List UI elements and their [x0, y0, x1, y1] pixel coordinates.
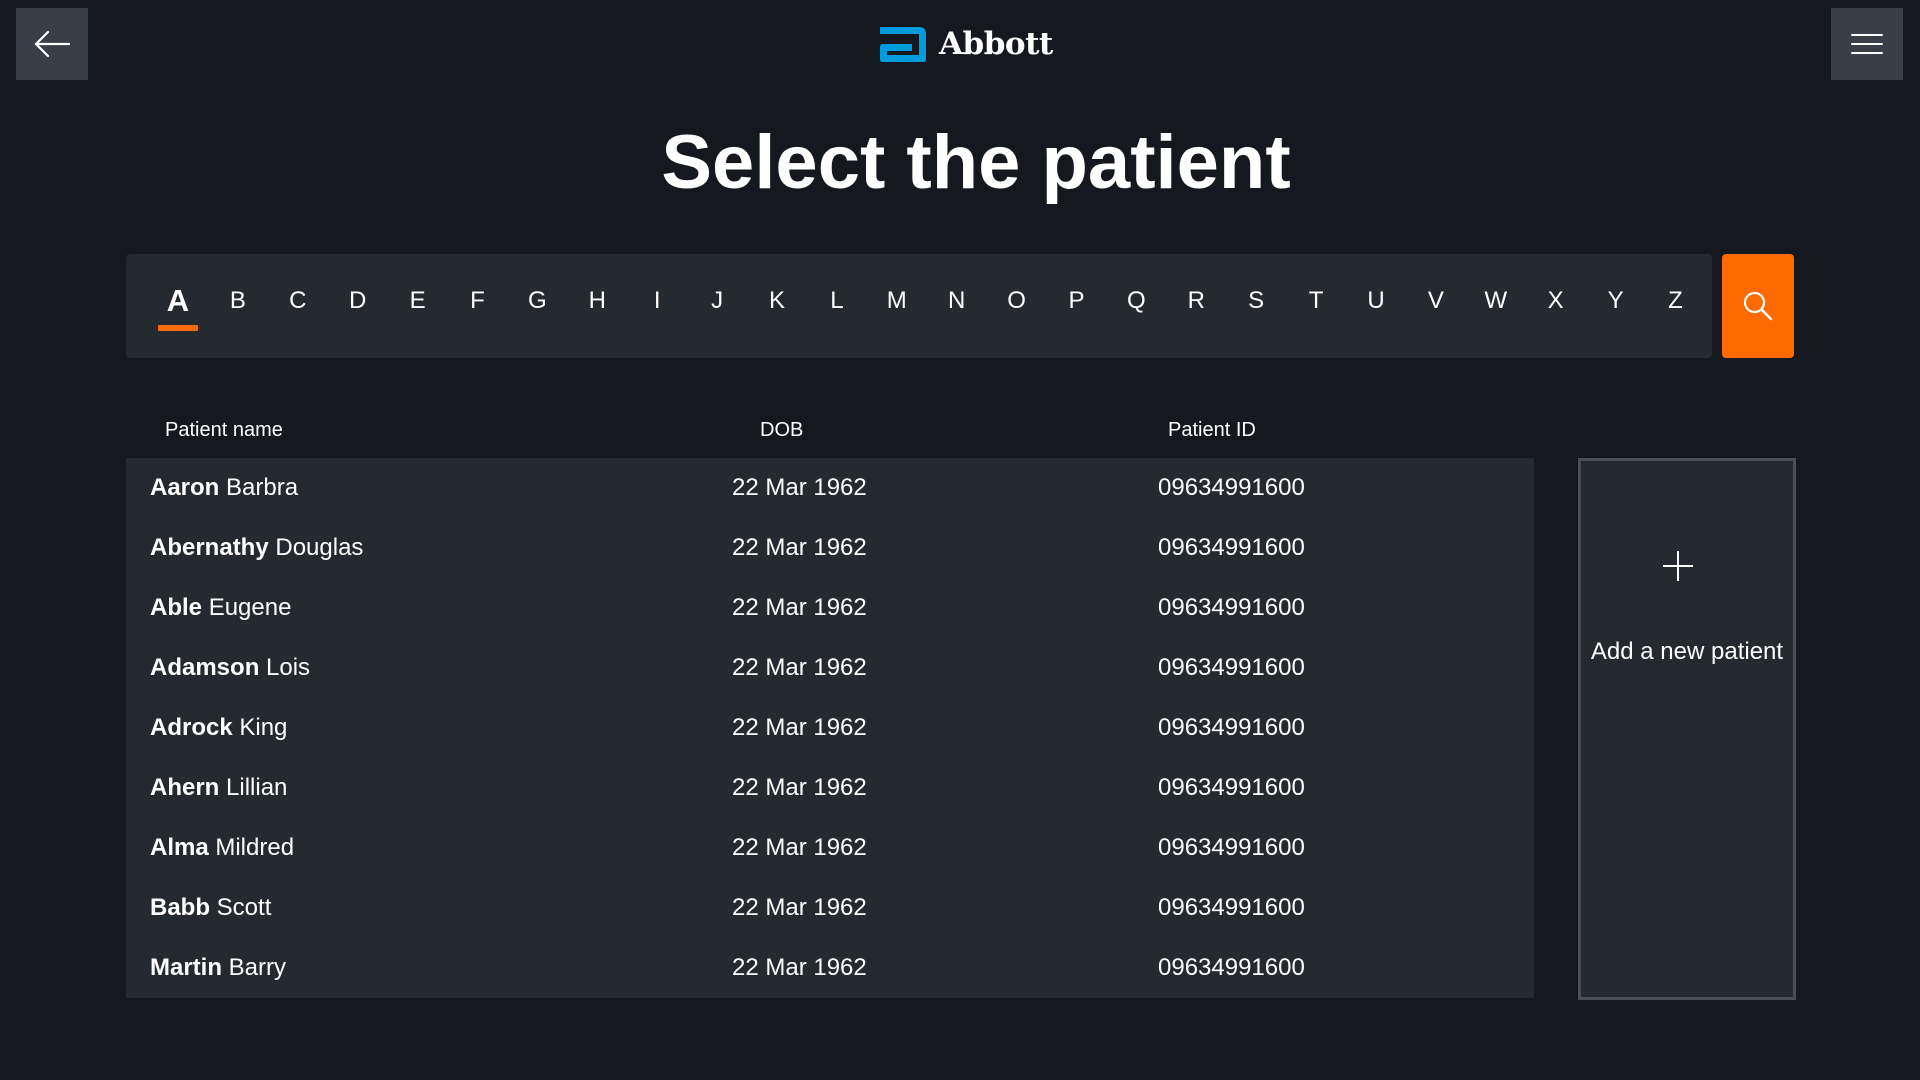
- letter-m[interactable]: M: [877, 254, 917, 358]
- letter-d[interactable]: D: [338, 254, 378, 358]
- alphabet-filter-bar: ABCDEFGHIJKLMNOPQRSTUVWXYZ: [126, 254, 1712, 358]
- patient-id-cell: 09634991600: [1158, 474, 1305, 501]
- letter-y[interactable]: Y: [1596, 254, 1636, 358]
- patient-last-name: Able: [150, 594, 203, 621]
- table-row[interactable]: Adrock King 22 Mar 1962 09634991600: [126, 698, 1534, 758]
- letter-a[interactable]: A: [158, 254, 198, 358]
- letter-v[interactable]: V: [1416, 254, 1456, 358]
- column-header-patient-name: Patient name: [165, 419, 283, 441]
- letter-j[interactable]: J: [697, 254, 737, 358]
- letter-g[interactable]: G: [517, 254, 557, 358]
- patient-last-name: Martin: [150, 954, 222, 981]
- column-header-patient-id: Patient ID: [1168, 419, 1256, 441]
- table-row[interactable]: Babb Scott 22 Mar 1962 09634991600: [126, 878, 1534, 938]
- patient-dob-cell: 22 Mar 1962: [732, 594, 867, 621]
- patient-first-name: Douglas: [275, 534, 364, 561]
- patient-last-name: Abernathy: [150, 534, 269, 561]
- patient-id-cell: 09634991600: [1158, 894, 1305, 921]
- hamburger-menu-icon: [1851, 34, 1883, 54]
- arrow-left-icon: [34, 30, 71, 58]
- letter-q[interactable]: Q: [1116, 254, 1156, 358]
- letter-x[interactable]: X: [1536, 254, 1576, 358]
- patient-id-cell: 09634991600: [1158, 594, 1305, 621]
- letter-k[interactable]: K: [757, 254, 797, 358]
- abbott-logo-icon: [880, 27, 926, 62]
- brand-name: Abbott: [939, 26, 1053, 62]
- letter-l[interactable]: L: [817, 254, 857, 358]
- patient-id-cell: 09634991600: [1158, 654, 1305, 681]
- patient-dob-cell: 22 Mar 1962: [732, 714, 867, 741]
- letter-r[interactable]: R: [1176, 254, 1216, 358]
- letter-b[interactable]: B: [218, 254, 258, 358]
- letter-i[interactable]: I: [637, 254, 677, 358]
- patient-table: Aaron Barbra 22 Mar 1962 09634991600 Aberna…: [126, 458, 1534, 998]
- patient-last-name: Alma: [150, 834, 209, 861]
- patient-id-cell: 09634991600: [1158, 774, 1305, 801]
- patient-last-name: Adamson: [150, 654, 260, 681]
- letter-f[interactable]: F: [458, 254, 498, 358]
- patient-name-cell: Alma Mildred: [150, 818, 294, 878]
- patient-name-cell: Able Eugene: [150, 578, 291, 638]
- add-patient-button[interactable]: Add a new patient: [1578, 458, 1796, 1000]
- letter-s[interactable]: S: [1236, 254, 1276, 358]
- back-button[interactable]: [16, 8, 88, 80]
- letter-p[interactable]: P: [1057, 254, 1097, 358]
- letter-z[interactable]: Z: [1656, 254, 1696, 358]
- patient-first-name: Lois: [266, 654, 311, 681]
- table-row[interactable]: Martin Barry 22 Mar 1962 09634991600: [126, 938, 1534, 998]
- patient-last-name: Adrock: [150, 714, 233, 741]
- patient-name-cell: Ahern Lillian: [150, 758, 287, 818]
- letter-u[interactable]: U: [1356, 254, 1396, 358]
- table-row[interactable]: Aaron Barbra 22 Mar 1962 09634991600: [126, 458, 1534, 518]
- table-row[interactable]: Ahern Lillian 22 Mar 1962 09634991600: [126, 758, 1534, 818]
- patient-name-cell: Martin Barry: [150, 938, 286, 998]
- patient-dob-cell: 22 Mar 1962: [732, 654, 867, 681]
- patient-first-name: Eugene: [208, 594, 292, 621]
- patient-dob-cell: 22 Mar 1962: [732, 474, 867, 501]
- patient-name-cell: Babb Scott: [150, 878, 271, 938]
- patient-dob-cell: 22 Mar 1962: [732, 894, 867, 921]
- letter-t[interactable]: T: [1296, 254, 1336, 358]
- patient-id-cell: 09634991600: [1158, 714, 1305, 741]
- patient-name-cell: Abernathy Douglas: [150, 518, 363, 578]
- letter-n[interactable]: N: [937, 254, 977, 358]
- menu-button[interactable]: [1831, 8, 1903, 80]
- table-row[interactable]: Able Eugene 22 Mar 1962 09634991600: [126, 578, 1534, 638]
- patient-last-name: Babb: [150, 894, 210, 921]
- patient-first-name: Mildred: [215, 834, 295, 861]
- table-row[interactable]: Abernathy Douglas 22 Mar 1962 09634991600: [126, 518, 1534, 578]
- patient-dob-cell: 22 Mar 1962: [732, 954, 867, 981]
- patient-name-cell: Adrock King: [150, 698, 287, 758]
- letter-w[interactable]: W: [1476, 254, 1516, 358]
- patient-id-cell: 09634991600: [1158, 534, 1305, 561]
- patient-dob-cell: 22 Mar 1962: [732, 534, 867, 561]
- patient-first-name: Lillian: [226, 774, 288, 801]
- patient-first-name: Scott: [216, 894, 272, 921]
- abbott-logo: Abbott: [877, 22, 1053, 66]
- letter-e[interactable]: E: [398, 254, 438, 358]
- patient-last-name: Ahern: [150, 774, 220, 801]
- table-row[interactable]: Alma Mildred 22 Mar 1962 09634991600: [126, 818, 1534, 878]
- patient-first-name: King: [239, 714, 288, 741]
- search-icon: [1743, 291, 1773, 321]
- patient-dob-cell: 22 Mar 1962: [732, 774, 867, 801]
- patient-first-name: Barry: [228, 954, 287, 981]
- table-row[interactable]: Adamson Lois 22 Mar 1962 09634991600: [126, 638, 1534, 698]
- letter-o[interactable]: O: [997, 254, 1037, 358]
- letter-c[interactable]: C: [278, 254, 318, 358]
- patient-first-name: Barbra: [226, 474, 299, 501]
- add-patient-label: Add a new patient: [1590, 638, 1784, 665]
- plus-icon: [1663, 551, 1693, 581]
- patient-id-cell: 09634991600: [1158, 834, 1305, 861]
- letter-h[interactable]: H: [577, 254, 617, 358]
- column-header-dob: DOB: [760, 419, 804, 441]
- page-title: Select the patient: [661, 120, 1291, 205]
- patient-id-cell: 09634991600: [1158, 954, 1305, 981]
- patient-dob-cell: 22 Mar 1962: [732, 834, 867, 861]
- patient-name-cell: Aaron Barbra: [150, 458, 298, 518]
- search-button[interactable]: [1722, 254, 1794, 358]
- patient-name-cell: Adamson Lois: [150, 638, 310, 698]
- patient-last-name: Aaron: [150, 474, 220, 501]
